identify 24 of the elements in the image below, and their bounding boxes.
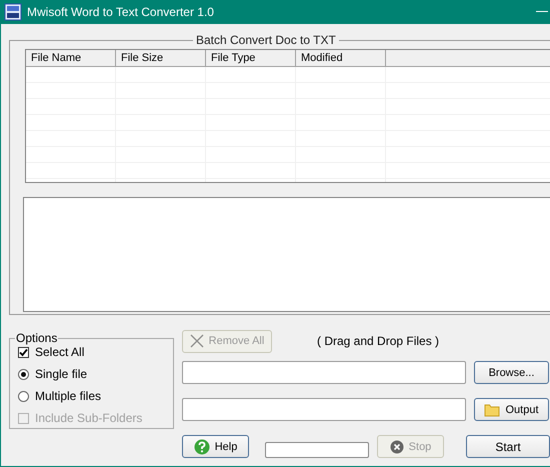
browse-button[interactable]: Browse... <box>474 361 549 384</box>
group-title: Batch Convert Doc to TXT <box>193 33 339 47</box>
cross-icon <box>190 334 204 348</box>
stop-icon <box>390 440 404 454</box>
radio-button[interactable] <box>18 368 29 380</box>
folder-icon <box>484 402 500 416</box>
output-button[interactable]: Output <box>474 398 549 421</box>
input-field[interactable] <box>182 361 466 384</box>
option-label: Single file <box>35 367 88 381</box>
start-button[interactable]: Start <box>466 435 550 458</box>
radio-button[interactable] <box>18 390 29 402</box>
option-label: Select All <box>35 345 84 359</box>
window-title: Mwisoft Word to Text Converter 1.0 <box>27 5 215 19</box>
help-button[interactable]: Help <box>182 435 249 458</box>
help-icon <box>194 438 210 454</box>
minimize-icon[interactable] <box>536 11 548 13</box>
options-title: Options <box>15 331 58 345</box>
option-label: Multiple files <box>35 389 102 403</box>
option-label: Include Sub-Folders <box>35 411 142 425</box>
drop-hint: ( Drag and Drop Files ) <box>317 334 440 348</box>
file-list[interactable]: File Name File Size File Type Modified <box>25 49 550 183</box>
checkbox[interactable] <box>18 346 29 358</box>
output-field[interactable] <box>182 398 466 421</box>
app-icon <box>4 3 22 21</box>
